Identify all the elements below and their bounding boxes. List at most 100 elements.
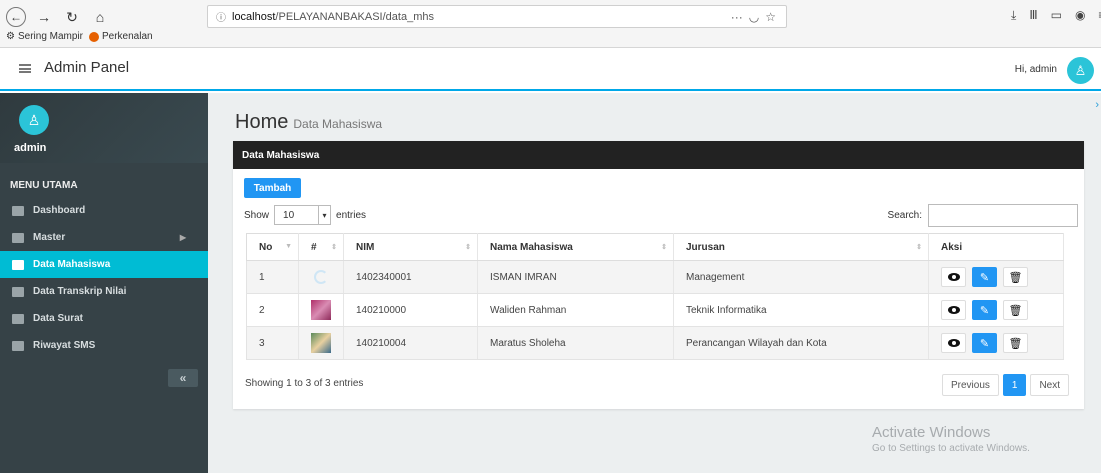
back-arrow-icon[interactable]: ← [6, 7, 26, 27]
clipboard-icon [12, 286, 24, 297]
edit-button[interactable]: ✎ [972, 267, 997, 287]
column-header-nim[interactable]: NIM ⇕ [343, 233, 478, 261]
chevron-right-icon: ▶ [179, 233, 186, 242]
sidebar-item-label: Data Surat [33, 313, 84, 324]
sidebar-item-label: Master [33, 232, 66, 243]
user-avatar-icon[interactable]: ♙ [1067, 57, 1094, 84]
sidebar-item-label: Dashboard [33, 205, 86, 216]
delete-button[interactable]: 🗑 [1003, 300, 1028, 320]
cell-nama: ISMAN IMRAN [477, 260, 674, 294]
browser-toolbar: ← → ↻ ⌂ ⓘ localhost/PELAYANANBAKASI/data… [0, 0, 1101, 48]
cell-nama: Maratus Sholeha [477, 326, 674, 360]
url-actions: ··· ◡ ☆ [731, 10, 776, 24]
bookmarks-bar: ⚙ Sering Mampir Perkenalan [6, 31, 153, 42]
edit-icon: ✎ [979, 304, 990, 317]
cell-jurusan: Teknik Informatika [673, 293, 929, 327]
url-host: localhost [232, 10, 276, 23]
home-icon[interactable]: ⌂ [90, 7, 110, 27]
bookmark-star-icon[interactable]: ☆ [765, 10, 776, 24]
address-bar[interactable]: ⓘ localhost/PELAYANANBAKASI/data_mhs ···… [207, 5, 787, 28]
chevron-right-icon[interactable]: › [1095, 99, 1099, 111]
sidebar-item-master[interactable]: Master ▶ [0, 224, 208, 251]
edit-button[interactable]: ✎ [972, 300, 997, 320]
edit-button[interactable]: ✎ [972, 333, 997, 353]
info-icon[interactable]: ⓘ [216, 9, 226, 24]
download-icon[interactable]: ⤓ [1011, 8, 1016, 23]
edit-icon: ✎ [979, 271, 990, 284]
cell-jurusan: Management [673, 260, 929, 294]
user-greeting[interactable]: Hi, admin [1015, 64, 1057, 75]
sidebar-item-data-transkrip-nilai[interactable]: Data Transkrip Nilai [0, 278, 208, 305]
sidebar-item-data-mahasiswa[interactable]: Data Mahasiswa [0, 251, 208, 278]
previous-page-button[interactable]: Previous [941, 374, 999, 396]
entries-value: 10 [283, 209, 295, 221]
trash-icon: 🗑 [1008, 337, 1023, 350]
page-1-button[interactable]: 1 [1002, 374, 1027, 396]
more-icon[interactable]: ··· [731, 10, 743, 24]
sidebar-item-data-surat[interactable]: Data Surat [0, 305, 208, 332]
column-header-photo[interactable]: # ⇕ [298, 233, 344, 261]
table-row: 1 1402340001 ISMAN IMRAN Management ✎ 🗑 [246, 260, 1064, 294]
column-header-nama[interactable]: Nama Mahasiswa ⇕ [477, 233, 674, 261]
cell-no: 1 [246, 260, 299, 294]
envelope-icon [12, 313, 24, 324]
sidebar-menu: Dashboard Master ▶ Data Mahasiswa Data T… [0, 197, 208, 359]
library-icon[interactable]: Ⅲ [1029, 8, 1037, 23]
cell-photo [298, 260, 344, 294]
hamburger-icon[interactable] [19, 64, 31, 73]
firefox-icon [89, 31, 99, 42]
search-input[interactable] [928, 204, 1078, 227]
table-header-row: No ▼ # ⇕ NIM ⇕ Nama Mahasiswa ⇕ Jurusan ⇕ Aks… [246, 233, 1064, 261]
entries-length-control: Show 10 ▾ entries [244, 205, 366, 225]
column-header-no[interactable]: No ▼ [246, 233, 299, 261]
bookmark-perkenalan[interactable]: Perkenalan [89, 31, 153, 42]
sidebar-item-label: Data Mahasiswa [33, 259, 111, 270]
bookmark-sering-mampir[interactable]: ⚙ Sering Mampir [6, 31, 83, 42]
table-info: Showing 1 to 3 of 3 entries [245, 378, 364, 389]
sidebar-toggle-icon[interactable]: ▭ [1051, 8, 1062, 23]
sidebar-user-panel: ♙ admin [0, 93, 208, 163]
loading-spinner-icon [314, 270, 328, 284]
entries-select[interactable]: 10 ▾ [274, 205, 332, 225]
send-icon [12, 340, 24, 351]
cell-aksi: ✎ 🗑 [928, 293, 1064, 327]
browser-tools: ⤓ Ⅲ ▭ ◉ ≡ [1011, 8, 1101, 23]
cell-aksi: ✎ 🗑 [928, 260, 1064, 294]
cell-aksi: ✎ 🗑 [928, 326, 1064, 360]
next-page-button[interactable]: Next [1030, 374, 1069, 396]
sidebar-item-dashboard[interactable]: Dashboard [0, 197, 208, 224]
reload-icon[interactable]: ↻ [62, 7, 82, 27]
pocket-icon[interactable]: ◡ [749, 10, 759, 24]
app-header: Admin Panel Hi, admin ♙ [0, 49, 1101, 91]
cell-photo [298, 293, 344, 327]
delete-button[interactable]: 🗑 [1003, 267, 1028, 287]
column-header-aksi: Aksi [928, 233, 1064, 261]
browser-nav: ← → ↻ ⌂ [6, 7, 110, 27]
forward-arrow-icon[interactable]: → [34, 7, 54, 27]
activation-watermark: Activate Windows Go to Settings to activ… [872, 424, 1030, 454]
page-title: Home [235, 111, 289, 133]
view-button[interactable] [941, 267, 966, 287]
url-path: /PELAYANANBAKASI/data_mhs [275, 10, 434, 23]
sort-icon: ⇕ [661, 244, 667, 251]
cell-jurusan: Perancangan Wilayah dan Kota [673, 326, 929, 360]
sort-icon: ⇕ [331, 244, 337, 251]
search-label: Search: [887, 210, 922, 221]
gear-icon: ⚙ [6, 31, 15, 42]
sidebar-user-name: admin [14, 142, 47, 154]
delete-button[interactable]: 🗑 [1003, 333, 1028, 353]
sort-icon: ⇕ [465, 244, 471, 251]
view-button[interactable] [941, 333, 966, 353]
cell-nim: 1402340001 [343, 260, 478, 294]
sort-icon: ⇕ [916, 244, 922, 251]
menu-title: MENU UTAMA [10, 180, 78, 191]
column-header-jurusan[interactable]: Jurusan ⇕ [673, 233, 929, 261]
student-photo [311, 300, 331, 320]
sidebar-collapse-button[interactable]: « [168, 369, 198, 387]
add-button[interactable]: Tambah [244, 178, 301, 198]
account-icon[interactable]: ◉ [1075, 8, 1085, 23]
cell-no: 2 [246, 293, 299, 327]
sidebar-item-riwayat-sms[interactable]: Riwayat SMS [0, 332, 208, 359]
cell-nim: 140210004 [343, 326, 478, 360]
view-button[interactable] [941, 300, 966, 320]
